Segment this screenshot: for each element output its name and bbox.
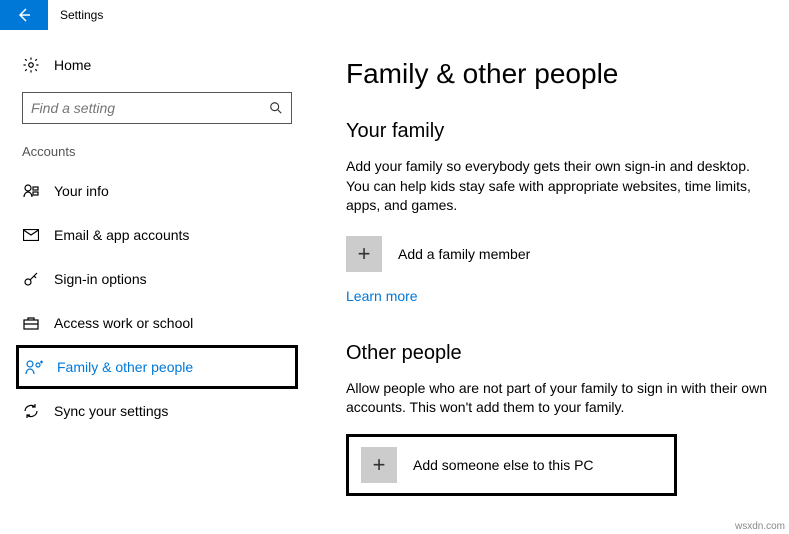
nav-label: Family & other people: [57, 359, 193, 375]
home-label: Home: [54, 57, 91, 73]
search-field[interactable]: [31, 100, 269, 116]
sidebar-item-sync[interactable]: Sync your settings: [16, 389, 298, 433]
nav-label: Your info: [54, 183, 109, 199]
briefcase-icon: [22, 316, 40, 330]
sidebar-item-signin[interactable]: Sign-in options: [16, 257, 298, 301]
search-icon: [269, 101, 283, 115]
arrow-left-icon: [16, 7, 32, 23]
other-heading: Other people: [346, 342, 769, 365]
family-desc: Add your family so everybody gets their …: [346, 157, 769, 216]
right-panel: Family & other people Your family Add yo…: [310, 30, 789, 496]
mail-icon: [22, 229, 40, 241]
add-someone-button[interactable]: + Add someone else to this PC: [346, 434, 677, 496]
people-icon: [25, 359, 43, 375]
sidebar-item-your-info[interactable]: Your info: [16, 169, 298, 213]
titlebar: Settings: [0, 0, 789, 30]
search-input[interactable]: [22, 92, 292, 124]
credit-text: wsxdn.com: [735, 521, 785, 532]
person-icon: [22, 183, 40, 199]
sidebar-item-work[interactable]: Access work or school: [16, 301, 298, 345]
gear-icon: [22, 56, 40, 74]
add-someone-label: Add someone else to this PC: [413, 457, 594, 473]
content-area: Home Accounts Your info Email & app acco…: [0, 30, 789, 496]
other-desc: Allow people who are not part of your fa…: [346, 379, 769, 418]
sidebar-item-email[interactable]: Email & app accounts: [16, 213, 298, 257]
nav-label: Access work or school: [54, 315, 193, 331]
add-family-label: Add a family member: [398, 246, 530, 262]
left-panel: Home Accounts Your info Email & app acco…: [0, 30, 310, 496]
key-icon: [22, 271, 40, 287]
nav-label: Sync your settings: [54, 403, 168, 419]
home-button[interactable]: Home: [16, 46, 298, 86]
page-title: Family & other people: [346, 58, 769, 90]
plus-icon: +: [346, 236, 382, 272]
back-button[interactable]: [0, 0, 48, 30]
sync-icon: [22, 403, 40, 419]
nav-label: Email & app accounts: [54, 227, 189, 243]
learn-more-link[interactable]: Learn more: [346, 288, 418, 304]
section-label: Accounts: [22, 144, 292, 159]
sidebar-item-family[interactable]: Family & other people: [16, 345, 298, 389]
window-title: Settings: [60, 8, 103, 22]
add-family-member-button[interactable]: + Add a family member: [346, 236, 769, 272]
family-heading: Your family: [346, 120, 769, 143]
nav-label: Sign-in options: [54, 271, 147, 287]
plus-icon: +: [361, 447, 397, 483]
